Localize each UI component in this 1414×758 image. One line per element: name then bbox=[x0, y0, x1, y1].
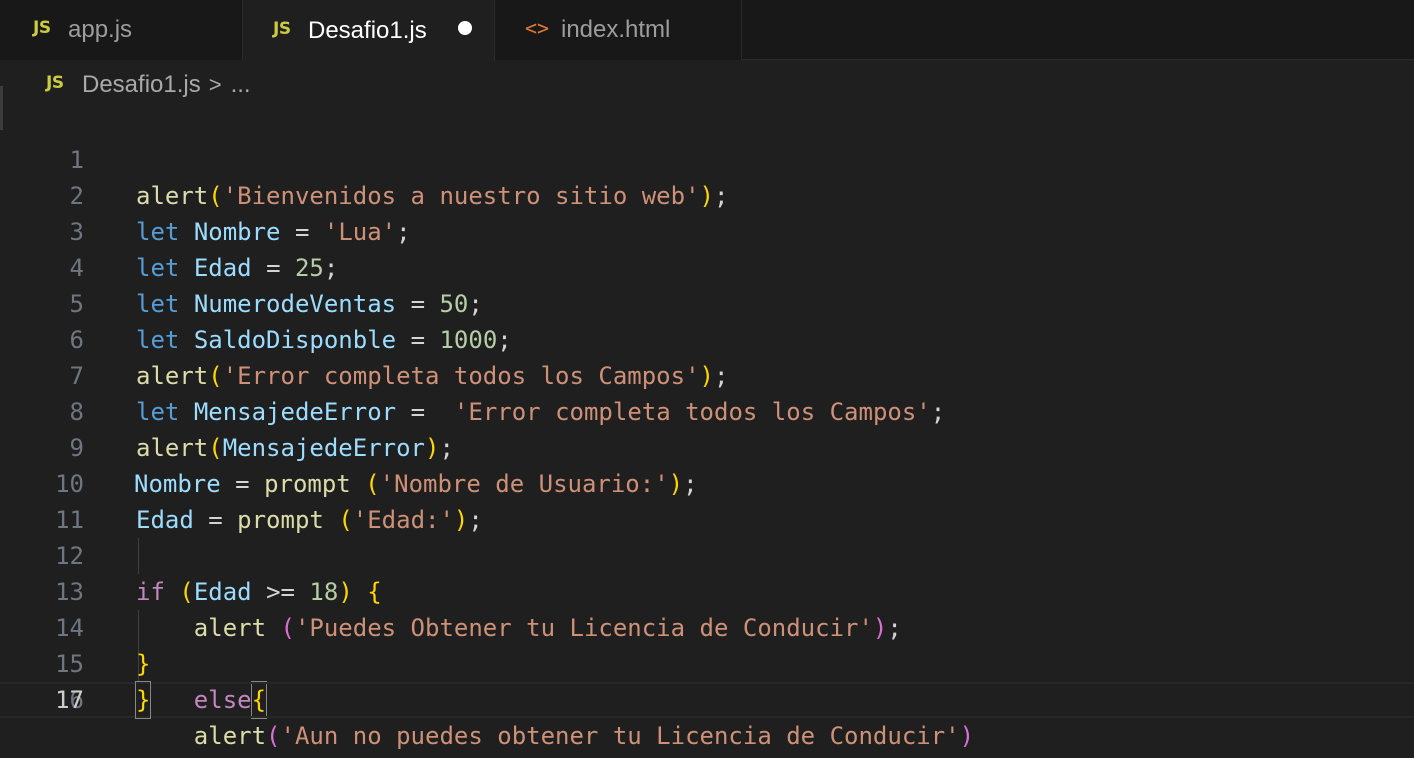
tab-desafio1-js[interactable]: JS Desafio1.js bbox=[243, 0, 495, 61]
code-line-current[interactable]: 17 } bbox=[0, 681, 1414, 719]
line-number: 17 bbox=[55, 686, 84, 714]
code-line[interactable]: 13 alert ('Puedes Obtener tu Licencia de… bbox=[0, 538, 1414, 642]
code-line[interactable]: 10 Edad = prompt ('Edad:'); bbox=[0, 430, 1414, 534]
code-line[interactable]: 15 else{ bbox=[0, 610, 1414, 719]
code-line[interactable]: 11 bbox=[0, 466, 1414, 534]
code-line[interactable]: 6 alert('Error completa todos los Campos… bbox=[0, 286, 1414, 390]
breadcrumb: JS Desafio1.js > ... bbox=[46, 68, 251, 102]
code-line[interactable]: 7 let MensajedeError = 'Error completa t… bbox=[0, 322, 1414, 426]
code-line[interactable]: 16 alert('Aun no puedes obtener tu Licen… bbox=[0, 646, 1414, 750]
html-file-icon: <> bbox=[525, 16, 550, 40]
code-text: } bbox=[134, 681, 152, 719]
tab-label: app.js bbox=[68, 16, 133, 43]
tab-label: Desafio1.js bbox=[308, 16, 427, 44]
code-line[interactable]: 3 let Edad = 25; bbox=[0, 178, 1414, 282]
editor-tab-bar: JS app.js JS Desafio1.js <> index.html bbox=[0, 0, 1414, 61]
code-text: alert('Aun no puedes obtener tu Licencia… bbox=[193, 722, 975, 750]
code-line[interactable]: 5 let SaldoDisponble = 1000; bbox=[0, 250, 1414, 354]
code-line[interactable]: 2 let Nombre = 'Lua'; bbox=[0, 142, 1414, 246]
tab-label: index.html bbox=[561, 16, 671, 43]
unsaved-changes-dot-icon[interactable] bbox=[458, 21, 472, 35]
javascript-file-icon: JS bbox=[33, 18, 51, 38]
code-editor[interactable]: 1 alert('Bienvenidos a nuestro sitio web… bbox=[0, 106, 1414, 750]
javascript-file-icon: JS bbox=[273, 18, 291, 39]
tab-index-html[interactable]: <> index.html bbox=[495, 0, 742, 60]
code-line[interactable]: 8 alert(MensajedeError); bbox=[0, 358, 1414, 462]
breadcrumb-file[interactable]: Desafio1.js bbox=[82, 71, 201, 99]
code-line[interactable]: 9 Nombre = prompt ('Nombre de Usuario:')… bbox=[0, 394, 1414, 498]
code-line[interactable]: 4 let NumerodeVentas = 50; bbox=[0, 214, 1414, 318]
chevron-right-icon: > bbox=[208, 72, 222, 97]
tab-app-js[interactable]: JS app.js bbox=[0, 0, 243, 60]
breadcrumb-symbols[interactable]: ... bbox=[231, 71, 251, 99]
code-line[interactable]: 1 alert('Bienvenidos a nuestro sitio web… bbox=[0, 106, 1414, 210]
javascript-file-icon: JS bbox=[46, 73, 64, 93]
code-line[interactable]: 14 } bbox=[0, 574, 1414, 678]
code-line[interactable]: 12 if (Edad >= 18) { bbox=[0, 502, 1414, 606]
